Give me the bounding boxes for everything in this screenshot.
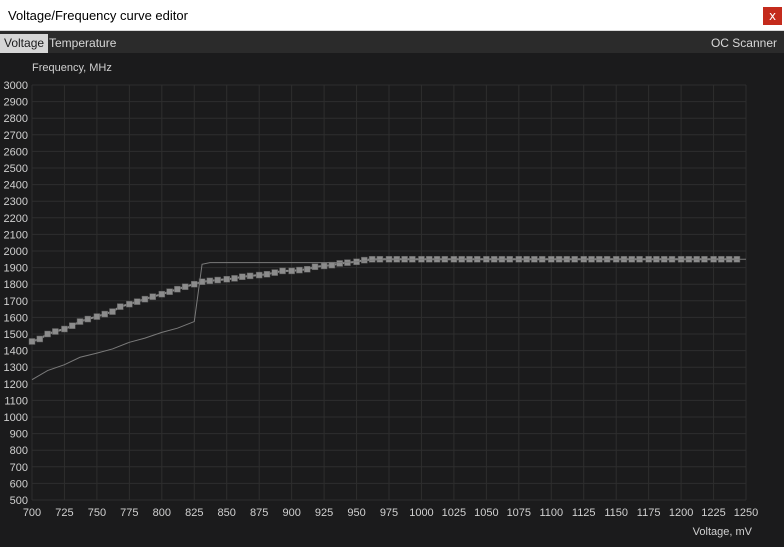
y-tick-label: 1600 — [4, 312, 28, 324]
curve-point[interactable] — [271, 269, 279, 276]
y-tick-label: 1200 — [4, 379, 28, 391]
curve-point[interactable] — [223, 275, 230, 283]
y-tick-label: 2200 — [4, 213, 28, 225]
y-tick-label: 1900 — [4, 263, 28, 275]
y-tick-label: 1000 — [4, 412, 28, 424]
curve-point[interactable] — [368, 256, 376, 263]
y-tick-label: 2900 — [4, 97, 28, 109]
curve-point[interactable] — [117, 303, 124, 310]
window-title: Voltage/Frequency curve editor — [8, 8, 188, 23]
curve-point[interactable] — [255, 271, 263, 279]
curve-point[interactable] — [52, 328, 59, 335]
curve-point[interactable] — [231, 275, 238, 282]
x-tick-label: 1000 — [409, 507, 433, 519]
x-tick-label: 725 — [55, 507, 73, 519]
x-tick-label: 775 — [120, 507, 138, 519]
x-tick-label: 1075 — [507, 507, 531, 519]
y-tick-label: 1400 — [4, 346, 28, 358]
x-tick-label: 875 — [250, 507, 268, 519]
x-tick-label: 700 — [23, 507, 41, 519]
curve-point[interactable] — [214, 276, 221, 284]
curve-point[interactable] — [126, 300, 133, 308]
y-tick-label: 900 — [10, 429, 28, 441]
curve-point[interactable] — [191, 280, 198, 288]
vf-curve-chart[interactable]: Frequency, MHz Voltage, mV 700 725 750 775 8… — [0, 53, 784, 542]
x-tick-label: 1150 — [604, 507, 628, 519]
y-axis-label: Frequency, MHz — [32, 62, 112, 74]
y-tick-label: 2100 — [4, 229, 28, 241]
y-tick-label: 2600 — [4, 146, 28, 158]
y-tick-label: 3000 — [4, 80, 28, 92]
curve-point[interactable] — [174, 285, 181, 293]
y-tick-label: 2500 — [4, 163, 28, 175]
curve-point[interactable] — [311, 263, 319, 271]
x-tick-label: 800 — [153, 507, 171, 519]
curve-point[interactable] — [68, 322, 76, 329]
y-tick-label: 2800 — [4, 113, 28, 125]
curve-point[interactable] — [36, 335, 44, 343]
x-tick-label: 925 — [315, 507, 333, 519]
curve-point[interactable] — [296, 266, 303, 274]
curve-point[interactable] — [279, 267, 286, 275]
x-tick-label: 950 — [347, 507, 365, 519]
curve-point[interactable] — [263, 270, 271, 278]
y-tick-label: 500 — [10, 495, 28, 507]
x-tick-label: 975 — [380, 507, 398, 519]
y-tick-label: 2400 — [4, 180, 28, 192]
y-tick-label: 1100 — [4, 395, 28, 407]
curve-point[interactable] — [93, 313, 101, 320]
x-tick-label: 900 — [282, 507, 300, 519]
y-tick-label: 700 — [10, 462, 28, 474]
title-bar: Voltage/Frequency curve editor x — [0, 0, 784, 31]
curve-point[interactable] — [246, 272, 254, 280]
curve-point[interactable] — [206, 277, 214, 285]
y-tick-label: 1500 — [4, 329, 28, 341]
curve-point[interactable] — [149, 293, 156, 300]
curve-point[interactable] — [361, 256, 368, 264]
curve-point[interactable] — [133, 298, 141, 305]
y-tick-label: 2300 — [4, 196, 28, 208]
curve-point[interactable] — [288, 267, 295, 275]
tab-bar: Voltage Temperature OC Scanner — [0, 31, 784, 53]
curve-point[interactable] — [320, 262, 328, 270]
y-tick-label: 1800 — [4, 279, 28, 291]
y-tick-label: 1300 — [4, 362, 28, 374]
x-axis-label: Voltage, mV — [693, 526, 753, 538]
x-tick-label: 1250 — [734, 507, 758, 519]
curve-point[interactable] — [303, 266, 311, 273]
curve-point[interactable] — [158, 290, 166, 298]
y-tick-label: 600 — [10, 478, 28, 490]
x-tick-label: 850 — [218, 507, 236, 519]
tab-oc-scanner[interactable]: OC Scanner — [707, 34, 781, 53]
x-tick-label: 1125 — [572, 507, 596, 519]
x-tick-label: 1100 — [539, 507, 563, 519]
curve-point[interactable] — [181, 283, 189, 290]
tab-temperature[interactable]: Temperature — [45, 34, 120, 53]
curve-point[interactable] — [141, 295, 149, 303]
x-tick-label: 1050 — [474, 507, 498, 519]
x-tick-label: 1025 — [442, 507, 466, 519]
chart-area[interactable]: Frequency, MHz Voltage, mV 700 725 750 775 8… — [0, 53, 784, 542]
curve-point[interactable] — [76, 318, 84, 325]
curve-point[interactable] — [44, 330, 51, 338]
curve-point[interactable] — [336, 260, 343, 267]
y-tick-label: 1700 — [4, 296, 28, 308]
y-tick-label: 800 — [10, 445, 28, 457]
x-tick-label: 750 — [88, 507, 106, 519]
x-tick-label: 1175 — [637, 507, 661, 519]
curve-point[interactable] — [109, 308, 116, 315]
curve-point[interactable] — [84, 315, 92, 323]
x-tick-label: 1225 — [701, 507, 725, 519]
curve-point[interactable] — [101, 310, 108, 318]
curve-point[interactable] — [166, 288, 173, 295]
curve-point[interactable] — [61, 325, 68, 333]
x-tick-label: 825 — [185, 507, 203, 519]
y-tick-label: 2000 — [4, 246, 28, 258]
x-tick-label: 1200 — [669, 507, 693, 519]
close-button[interactable]: x — [763, 7, 782, 25]
curve-point[interactable] — [239, 273, 246, 280]
y-tick-label: 2700 — [4, 130, 28, 142]
tab-voltage[interactable]: Voltage — [0, 34, 49, 53]
curve-point[interactable] — [28, 338, 36, 345]
